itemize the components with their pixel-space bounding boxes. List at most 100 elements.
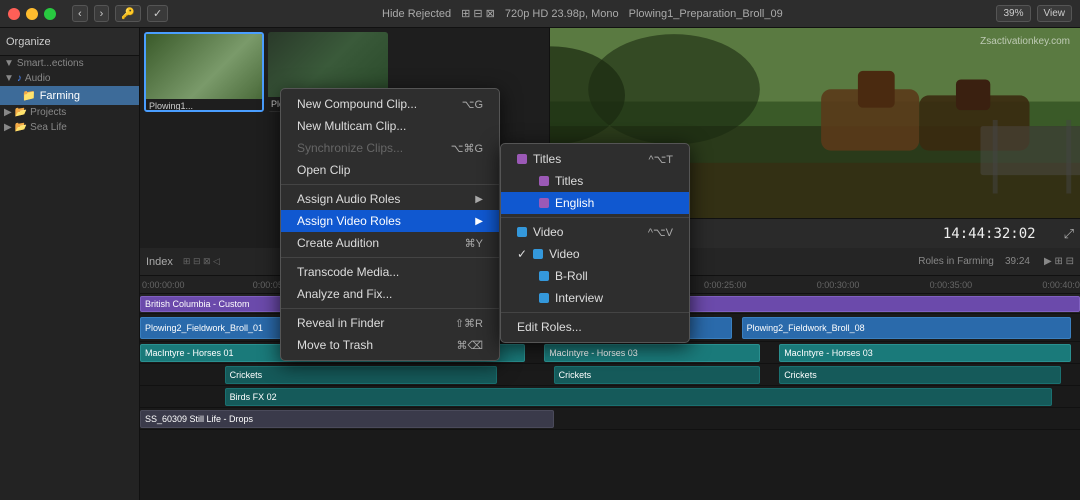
- menu-item-assign-audio-roles[interactable]: Assign Audio Roles ▶: [281, 188, 499, 210]
- expand-button[interactable]: ⤢: [1058, 226, 1080, 242]
- sidebar-section-sealife: ▶ 📂 Sea Life: [0, 120, 139, 135]
- minimize-button[interactable]: [26, 8, 38, 20]
- submenu-arrow-icon: ▶: [475, 216, 483, 227]
- check-button[interactable]: ✓: [147, 5, 168, 22]
- role-dot-icon: [539, 293, 549, 303]
- menu-item-create-audition[interactable]: Create Audition ⌘Y: [281, 232, 499, 254]
- toolbar-icons: ⊞ ⊟ ⊠: [461, 7, 495, 20]
- main-layout: Organize ▼ Smart...ections ▼ ♪ Audio 📁 F…: [0, 28, 1080, 500]
- key-button[interactable]: 🔑: [115, 5, 141, 22]
- submenu-divider: [501, 312, 689, 313]
- toolbar-icons: ⊞ ⊟ ⊠ ◁: [183, 256, 220, 267]
- ruler-mark: 0:00:40:00: [1042, 280, 1080, 290]
- close-button[interactable]: [8, 8, 20, 20]
- timecode-display: 14:44:32:02: [943, 226, 1036, 242]
- menu-divider: [281, 184, 499, 185]
- track-clip-plowing3[interactable]: Plowing2_Fieldwork_Broll_08: [742, 317, 1071, 339]
- sidebar-item-label[interactable]: Smart...ections: [17, 58, 84, 69]
- track-clip-crickets1[interactable]: Crickets: [225, 366, 498, 384]
- checkmark-icon: ✓: [517, 247, 527, 261]
- sidebar-toolbar: Organize: [0, 28, 139, 56]
- role-dot-icon: [517, 154, 527, 164]
- submenu-divider: [501, 217, 689, 218]
- submenu-video-roles: Titles ^⌥T Titles English: [500, 143, 690, 343]
- index-label[interactable]: Index: [146, 256, 173, 268]
- maximize-button[interactable]: [44, 8, 56, 20]
- submenu-item-video-header[interactable]: Video ^⌥V: [501, 221, 689, 243]
- menu-item-open-clip[interactable]: Open Clip: [281, 159, 499, 181]
- browser-preview: Plowing1... Plowing2... New Compound Cli…: [140, 28, 1080, 248]
- view-button[interactable]: View: [1037, 5, 1073, 22]
- sidebar-section-smart: ▼ Smart...ections: [0, 56, 139, 71]
- clip-label: Plowing1...: [146, 99, 262, 112]
- arrow-icon: ▼: [4, 73, 14, 84]
- track-clip-still[interactable]: SS_60309 Still Life - Drops: [140, 410, 554, 428]
- forward-button[interactable]: ›: [94, 5, 110, 22]
- title-bar-center: Hide Rejected ⊞ ⊟ ⊠ 720p HD 23.98p, Mono…: [176, 7, 988, 20]
- submenu-item-edit-roles[interactable]: Edit Roles...: [501, 316, 689, 338]
- sealife-icon: 📂: [15, 122, 27, 133]
- menu-item-new-compound[interactable]: New Compound Clip... ⌥G: [281, 93, 499, 115]
- menu-divider: [281, 257, 499, 258]
- resolution-label: 720p HD 23.98p, Mono: [505, 8, 619, 20]
- zoom-control[interactable]: 39%: [996, 5, 1030, 22]
- submenu-item-video[interactable]: ✓ Video: [501, 243, 689, 265]
- track-clip-crickets3[interactable]: Crickets: [779, 366, 1061, 384]
- submenu-item-broll[interactable]: B-Roll: [501, 265, 689, 287]
- submenu-item-titles[interactable]: Titles: [501, 170, 689, 192]
- role-dot-icon: [539, 198, 549, 208]
- title-bar-controls: ‹ › 🔑 ✓: [72, 5, 168, 22]
- watermark-text: Zsactivationkey.com: [980, 36, 1070, 47]
- track-row-crickets1: Crickets Crickets Crickets: [140, 364, 1080, 386]
- title-bar: ‹ › 🔑 ✓ Hide Rejected ⊞ ⊟ ⊠ 720p HD 23.9…: [0, 0, 1080, 28]
- role-dot-icon: [539, 176, 549, 186]
- sidebar: Organize ▼ Smart...ections ▼ ♪ Audio 📁 F…: [0, 28, 140, 500]
- track-row-still: SS_60309 Still Life - Drops: [140, 408, 1080, 430]
- menu-item-sync-clips[interactable]: Synchronize Clips... ⌥⌘G: [281, 137, 499, 159]
- sidebar-item-farming[interactable]: 📁 Farming: [0, 86, 139, 105]
- menu-item-new-multicam[interactable]: New Multicam Clip...: [281, 115, 499, 137]
- ruler-mark: 0:00:00:00: [142, 280, 185, 290]
- roles-label: Roles in Farming 39:24: [918, 256, 1030, 267]
- role-dot-icon: [533, 249, 543, 259]
- content-area: Plowing1... Plowing2... New Compound Cli…: [140, 28, 1080, 500]
- sidebar-section-projects: ▶ 📂 Projects: [0, 105, 139, 120]
- sidebar-label-farming: Farming: [40, 90, 80, 102]
- track-row-birds: Birds FX 02: [140, 386, 1080, 408]
- menu-item-assign-video-roles[interactable]: Assign Video Roles ▶: [281, 210, 499, 232]
- track-clip-horses3[interactable]: MacIntyre - Horses 03: [779, 344, 1070, 362]
- menu-item-transcode[interactable]: Transcode Media...: [281, 261, 499, 283]
- hide-rejected-label[interactable]: Hide Rejected: [382, 8, 451, 20]
- submenu-arrow-icon: ▶: [475, 194, 483, 205]
- track-clip-crickets2[interactable]: Crickets: [554, 366, 761, 384]
- clip-thumbnail[interactable]: Plowing1...: [144, 32, 264, 112]
- submenu-item-titles-header[interactable]: Titles ^⌥T: [501, 148, 689, 170]
- folder-icon: 📁: [22, 89, 36, 102]
- sidebar-item-label[interactable]: Sea Life: [30, 122, 67, 133]
- back-button[interactable]: ‹: [72, 5, 88, 22]
- title-bar-right: 39% View: [996, 5, 1072, 22]
- audio-icon: ♪: [17, 73, 22, 84]
- clip-image: [146, 34, 262, 99]
- sidebar-item-label[interactable]: Projects: [30, 107, 66, 118]
- submenu-item-english[interactable]: English: [501, 192, 689, 214]
- organize-label: Organize: [6, 36, 51, 48]
- sidebar-item-label[interactable]: Audio: [25, 73, 51, 84]
- track-clip-horses2[interactable]: MacIntyre - Horses 03: [544, 344, 760, 362]
- arrow-icon: ▶: [4, 122, 12, 133]
- track-clip-birds[interactable]: Birds FX 02: [225, 388, 1052, 406]
- role-dot-icon: [539, 271, 549, 281]
- menu-item-move-trash[interactable]: Move to Trash ⌘⌫: [281, 334, 499, 356]
- context-menu: New Compound Clip... ⌥G New Multicam Cli…: [280, 88, 500, 361]
- timeline-right-controls: ▶ ⊞ ⊟: [1044, 256, 1074, 267]
- menu-item-analyze[interactable]: Analyze and Fix...: [281, 283, 499, 305]
- clip-name-label: Plowing1_Preparation_Broll_09: [629, 8, 783, 20]
- ruler-mark: 0:00:35:00: [930, 280, 973, 290]
- menu-item-reveal-finder[interactable]: Reveal in Finder ⇧⌘R: [281, 312, 499, 334]
- ruler-mark: 0:00:30:00: [817, 280, 860, 290]
- arrow-icon: ▶: [4, 107, 12, 118]
- sidebar-section-audio: ▼ ♪ Audio: [0, 71, 139, 86]
- submenu-item-interview[interactable]: Interview: [501, 287, 689, 309]
- ruler-mark: 0:00:25:00: [704, 280, 747, 290]
- projects-icon: 📂: [15, 107, 27, 118]
